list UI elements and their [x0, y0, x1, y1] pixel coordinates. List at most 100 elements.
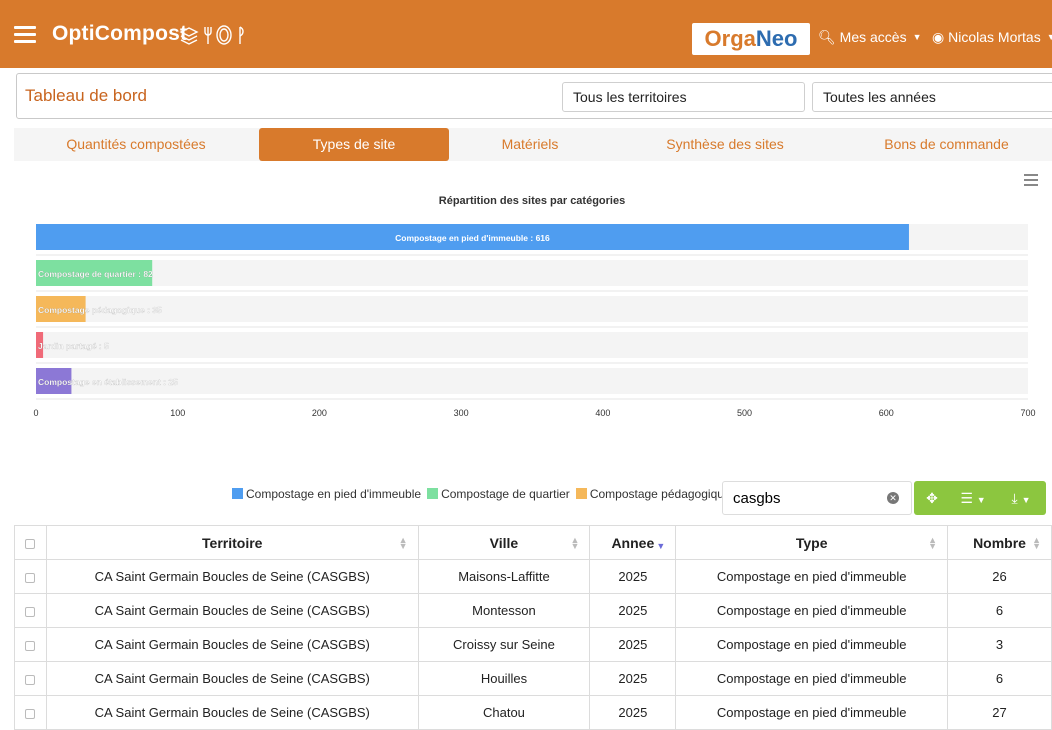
user-menu-dropdown[interactable]: ◉ Nicolas Mortas ▼	[932, 29, 1052, 46]
legend-swatch	[232, 488, 243, 499]
x-tick-label: 100	[170, 408, 185, 418]
column-header-territoire[interactable]: Territoire ▲ ▼	[45, 525, 419, 560]
table-toolbar: ✥ ☰ ▼ ⤓ ▼	[914, 481, 1046, 515]
search-icon: 🔍︎	[818, 29, 836, 45]
cell-nombre: 3	[947, 627, 1052, 662]
sort-desc-icon[interactable]: ▼	[656, 537, 665, 551]
row-checkbox-cell[interactable]	[14, 559, 47, 594]
bar-background	[36, 368, 1028, 394]
cell-nombre: 26	[947, 559, 1052, 594]
app-brand[interactable]: OptiCompost	[52, 22, 187, 46]
filter-panel: Tableau de bord Tous les territoires Tou…	[16, 73, 1052, 119]
bar-data-label: Compostage en pied d'immeuble : 616	[395, 233, 550, 243]
access-menu-dropdown[interactable]: 🔍︎ Mes accès ▼	[818, 29, 922, 46]
user-icon: ◉	[932, 29, 945, 45]
legend-item[interactable]: Compostage en pied d'immeuble	[232, 487, 421, 501]
table-row[interactable]: CA Saint Germain Boucles de Seine (CASGB…	[14, 695, 1052, 730]
cell-ville: Croissy sur Seine	[417, 627, 591, 662]
top-navbar: OptiCompost OrgaNeo 🔍︎ Mes accès ▼ ◉ Nico…	[0, 0, 1052, 68]
row-checkbox-cell[interactable]	[14, 695, 47, 730]
column-header-nombre[interactable]: Nombre ▲ ▼	[947, 525, 1052, 560]
cell-nombre: 6	[947, 593, 1052, 628]
chart-export-menu-icon[interactable]	[1024, 174, 1038, 186]
cell-ville: Montesson	[417, 593, 591, 628]
clear-search-icon[interactable]: ✕	[887, 492, 899, 504]
cell-type: Compostage en pied d'immeuble	[675, 627, 949, 662]
table-row[interactable]: CA Saint Germain Boucles de Seine (CASGB…	[14, 593, 1052, 628]
hamburger-menu-icon[interactable]	[14, 26, 36, 43]
download-icon[interactable]: ⤓ ▼	[996, 481, 1046, 515]
cell-territoire: CA Saint Germain Boucles de Seine (CASGB…	[45, 695, 419, 730]
legend-item[interactable]: Compostage pédagogique	[575, 487, 731, 501]
bar-background	[36, 296, 1028, 322]
table-row[interactable]: CA Saint Germain Boucles de Seine (CASGB…	[14, 559, 1052, 594]
cell-annee: 2025	[589, 627, 677, 662]
row-checkbox[interactable]	[25, 606, 36, 617]
table-header-row: Territoire ▲ ▼ Ville ▲ ▼ Annee ▼ Type ▲ ▼ Nombr…	[14, 525, 1052, 560]
x-tick-label: 400	[595, 408, 610, 418]
cell-annee: 2025	[589, 593, 677, 628]
tab-bons-de-commande[interactable]: Bons de commande	[839, 128, 1052, 161]
row-checkbox-cell[interactable]	[14, 661, 47, 696]
chart-legend: Compostage en pied d'immeuble Compostage …	[232, 487, 737, 501]
table-row[interactable]: CA Saint Germain Boucles de Seine (CASGB…	[14, 661, 1052, 696]
organeo-logo: OrgaNeo	[692, 23, 810, 55]
sort-icon[interactable]: ▲ ▼	[1032, 536, 1041, 551]
bar-data-label: Jardin partagé : 5	[38, 341, 109, 351]
x-tick-label: 500	[737, 408, 752, 418]
table-row[interactable]: CA Saint Germain Boucles de Seine (CASGB…	[14, 627, 1052, 662]
table-search: ✕	[722, 481, 912, 515]
site-category-bar-chart: Répartition des sites par catégories Comp…	[33, 195, 1035, 418]
tab-materiels[interactable]: Matériels	[449, 128, 611, 161]
tab-quantites[interactable]: Quantités compostées	[14, 128, 258, 161]
tab-synthese[interactable]: Synthèse des sites	[611, 128, 839, 161]
select-all-checkbox-cell[interactable]	[14, 525, 47, 560]
bar-data-label: Compostage pédagogique : 35	[38, 305, 162, 315]
cell-nombre: 27	[947, 695, 1052, 730]
column-header-type[interactable]: Type ▲ ▼	[675, 525, 949, 560]
legend-label: Compostage de quartier	[441, 487, 570, 501]
cell-ville: Maisons-Laffitte	[417, 559, 591, 594]
cell-annee: 2025	[589, 661, 677, 696]
cell-type: Compostage en pied d'immeuble	[675, 559, 949, 594]
row-checkbox[interactable]	[25, 708, 36, 719]
cell-ville: Houilles	[417, 661, 591, 696]
row-checkbox[interactable]	[25, 674, 36, 685]
bar-data-label: Compostage de quartier : 82	[38, 269, 153, 279]
sort-icon[interactable]: ▲ ▼	[399, 536, 408, 551]
cell-territoire: CA Saint Germain Boucles de Seine (CASGB…	[45, 627, 419, 662]
select-all-checkbox[interactable]	[25, 538, 36, 549]
legend-label: Compostage en pied d'immeuble	[246, 487, 422, 501]
cell-ville: Chatou	[417, 695, 591, 730]
x-tick-label: 200	[312, 408, 327, 418]
move-icon[interactable]: ✥	[914, 481, 950, 515]
row-checkbox[interactable]	[25, 640, 36, 651]
cell-type: Compostage en pied d'immeuble	[675, 661, 949, 696]
bar-background	[36, 332, 1028, 358]
cell-territoire: CA Saint Germain Boucles de Seine (CASGB…	[45, 593, 419, 628]
territory-select[interactable]: Tous les territoires	[562, 82, 805, 112]
dashboard-tabs: Quantités compostées Types de site Matér…	[14, 128, 1052, 161]
sort-icon[interactable]: ▲ ▼	[928, 536, 937, 551]
year-select[interactable]: Toutes les années	[812, 82, 1052, 112]
x-tick-label: 0	[33, 408, 38, 418]
legend-swatch	[575, 488, 587, 499]
columns-list-icon[interactable]: ☰ ▼	[950, 481, 996, 515]
x-tick-label: 700	[1020, 408, 1035, 418]
bar-background	[36, 260, 1028, 286]
cell-territoire: CA Saint Germain Boucles de Seine (CASGB…	[45, 559, 419, 594]
tab-types-de-site[interactable]: Types de site	[259, 128, 449, 161]
column-header-annee[interactable]: Annee ▼	[589, 525, 677, 560]
row-checkbox-cell[interactable]	[14, 593, 47, 628]
sort-icon[interactable]: ▲ ▼	[570, 536, 579, 551]
chevron-down-icon: ▼	[912, 32, 922, 42]
row-checkbox-cell[interactable]	[14, 627, 47, 662]
cell-nombre: 6	[947, 661, 1052, 696]
column-header-ville[interactable]: Ville ▲ ▼	[417, 525, 591, 560]
chart-title: Répartition des sites par catégories	[439, 195, 625, 207]
table-search-input[interactable]	[723, 482, 873, 514]
legend-item[interactable]: Compostage de quartier	[427, 487, 570, 501]
cell-type: Compostage en pied d'immeuble	[675, 695, 949, 730]
row-checkbox[interactable]	[25, 572, 36, 583]
cell-type: Compostage en pied d'immeuble	[675, 593, 949, 628]
